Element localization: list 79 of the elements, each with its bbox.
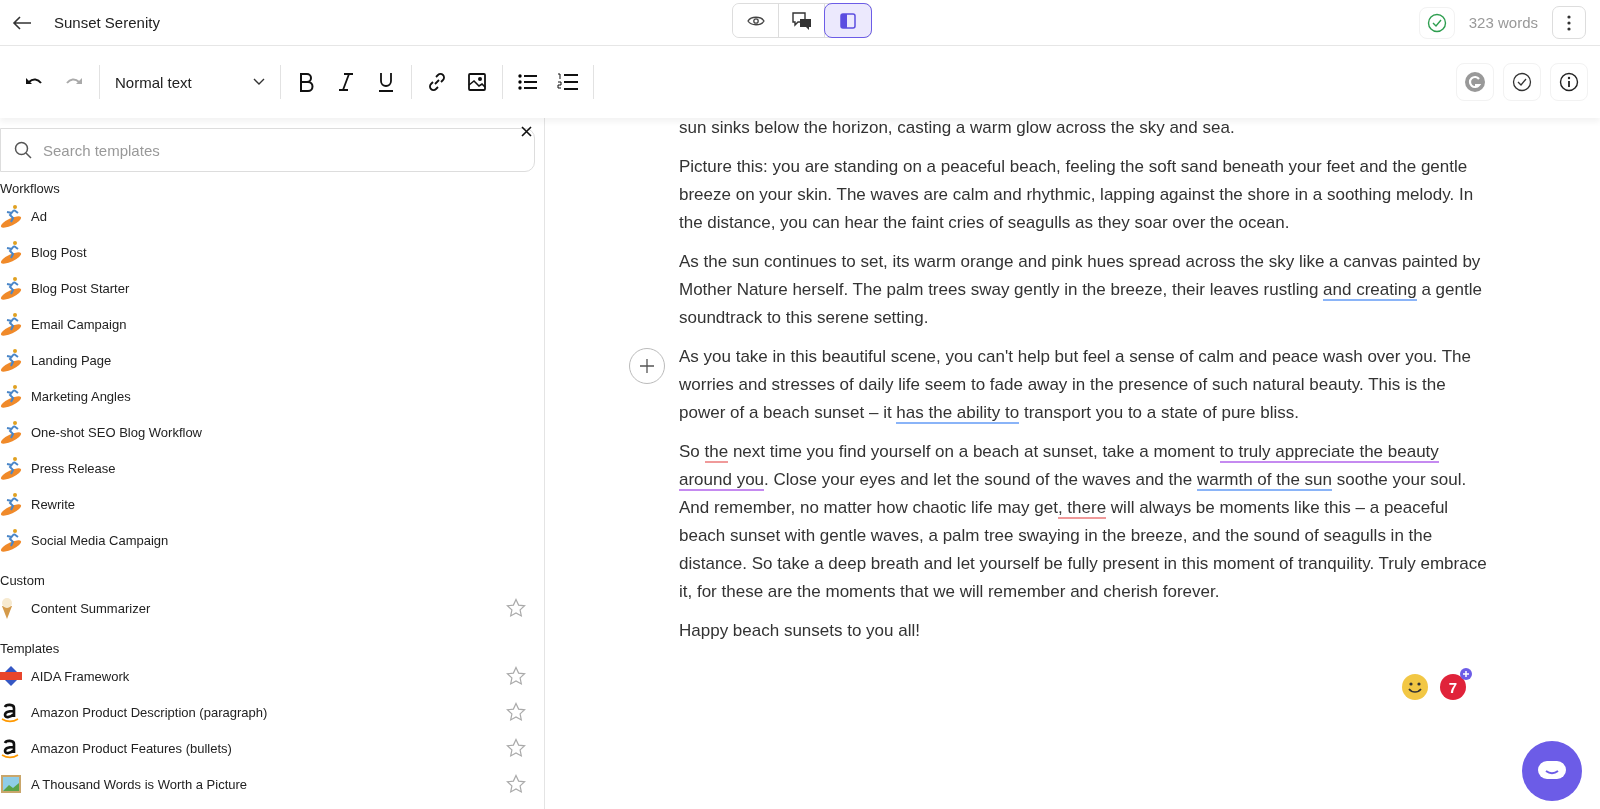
grammar-button[interactable] [1456, 63, 1494, 101]
surfer-icon [0, 312, 24, 336]
add-block-button[interactable] [629, 348, 665, 384]
template-item[interactable]: Social Media Campaign [31, 532, 526, 548]
template-item[interactable]: Marketing Angles [31, 388, 526, 404]
amazon-logo-icon [0, 701, 20, 723]
eye-icon [746, 14, 765, 27]
close-icon[interactable] [519, 124, 534, 139]
template-item[interactable]: A Thousand Words is Worth a Picture [31, 776, 506, 792]
search-icon [14, 141, 32, 159]
surfer-icon [0, 240, 24, 264]
star-icon[interactable] [506, 774, 526, 794]
comments-icon [791, 11, 812, 30]
check-button[interactable] [1503, 63, 1541, 101]
star-icon[interactable] [506, 738, 526, 758]
smiley-icon[interactable] [1402, 674, 1428, 700]
surfer-icon [0, 384, 24, 408]
paragraph: Picture this: you are standing on a peaceful beach, feeling the soft sand beneath your feet and the gentle breeze on your skin. The waves are calm and rhythmic, lapping against the shore in a soothing melody. In the distance, you can hear the faint cries of seagulls as they soar over the ocean. [679, 156, 1475, 234]
template-item[interactable]: Blog Post Starter [31, 280, 526, 296]
template-item[interactable]: Press Release [31, 460, 526, 476]
star-icon[interactable] [506, 702, 526, 722]
image-icon [467, 72, 487, 92]
template-item[interactable]: One-shot SEO Blog Workflow [31, 424, 526, 440]
eye-view-button[interactable] [733, 4, 779, 37]
sidebar-icon [840, 12, 856, 29]
surfer-icon [0, 420, 24, 444]
section-heading: Custom [0, 572, 46, 590]
check-status-icon [1418, 6, 1455, 39]
template-item[interactable]: Amazon Product Description (paragraph) [31, 704, 506, 720]
paragraph: Happy beach sunsets to you all! [679, 620, 921, 642]
info-button[interactable] [1550, 63, 1588, 101]
numbered-list-icon [557, 73, 579, 91]
template-item[interactable]: Content Summarizer [31, 600, 506, 616]
surfer-icon [0, 204, 24, 228]
suggestion-count-badge[interactable]: 7 [1440, 674, 1466, 700]
plus-icon [640, 359, 654, 373]
star-icon[interactable] [506, 598, 526, 618]
template-item[interactable]: Rewrite [31, 496, 526, 512]
info-icon [1559, 72, 1579, 92]
back-arrow-icon [12, 14, 32, 31]
bold-icon [298, 72, 314, 92]
paragraph: sun sinks below the horizon, casting a warm glow across the sky and sea. [679, 117, 1236, 139]
surfer-icon [0, 456, 24, 480]
picture-icon [0, 774, 22, 794]
template-item[interactable]: Landing Page [31, 352, 526, 368]
section-heading: Templates [0, 640, 61, 658]
section-heading: Workflows [0, 180, 61, 198]
aida-logo-icon [0, 665, 22, 687]
caret-icon [253, 78, 265, 86]
chat-bubble-icon [1537, 760, 1567, 782]
sidebar-view-button[interactable] [825, 4, 871, 37]
paragraph: So the next time you find yourself on a beach at sunset, take a moment to truly appreciate the beauty around you. Close your eyes and let the sound of the waves and the warmth of the sun soothe your soul. And remember, no matter how chaotic life may get, there will always be moments like this – a peaceful beach sunset with gentle waves, a palm tree swaying in the breeze, and the sound of seagulls in the distance. So take a deep breath and let yourself be fully present in this moment of tranquility. Truly embrace it, for these are the moments that we will remember and cherish forever. [679, 441, 1488, 603]
add-icon [1460, 668, 1472, 680]
text-style-select[interactable]: Normal text [105, 73, 275, 91]
star-icon[interactable] [506, 666, 526, 686]
paragraph: As the sun continues to set, its warm orange and pink hues spread across the sky like a canvas painted by Mother Nature herself. The palm trees sway gently in the breeze, their leaves rustling and creating a gentle soundtrack to this serene setting. [679, 251, 1483, 329]
amazon-logo-icon [0, 737, 20, 759]
template-item[interactable]: Blog Post [31, 244, 526, 260]
check-icon [1512, 72, 1532, 92]
paragraph: As you take in this beautiful scene, you can't help but feel a sense of calm and peace wash over you. The worries and stresses of daily life seem to fade away in the presence of such natural beauty. This is the power of a beach sunset – it has the ability to transport you to a state of pure bliss. [679, 346, 1473, 426]
word-count: 323 words [1468, 14, 1538, 31]
italic-icon [338, 72, 354, 92]
template-item[interactable]: Amazon Product Features (bullets) [31, 740, 506, 756]
underline-icon [378, 72, 394, 92]
more-icon [1567, 14, 1571, 31]
ice-cream-icon [0, 596, 14, 620]
bulleted-list-icon [518, 74, 538, 90]
document-title: Sunset Serenity [54, 14, 160, 31]
surfer-icon [0, 276, 24, 300]
template-item[interactable]: Ad [31, 208, 526, 224]
surfer-icon [0, 348, 24, 372]
g-logo-icon [1464, 71, 1486, 93]
surfer-icon [0, 528, 24, 552]
template-item[interactable]: Email Campaign [31, 316, 526, 332]
chat-button[interactable] [1522, 741, 1582, 801]
template-item[interactable]: AIDA Framework [31, 668, 506, 684]
link-icon [427, 72, 447, 92]
surfer-icon [0, 492, 24, 516]
search-field[interactable]: Search templates [0, 128, 535, 172]
